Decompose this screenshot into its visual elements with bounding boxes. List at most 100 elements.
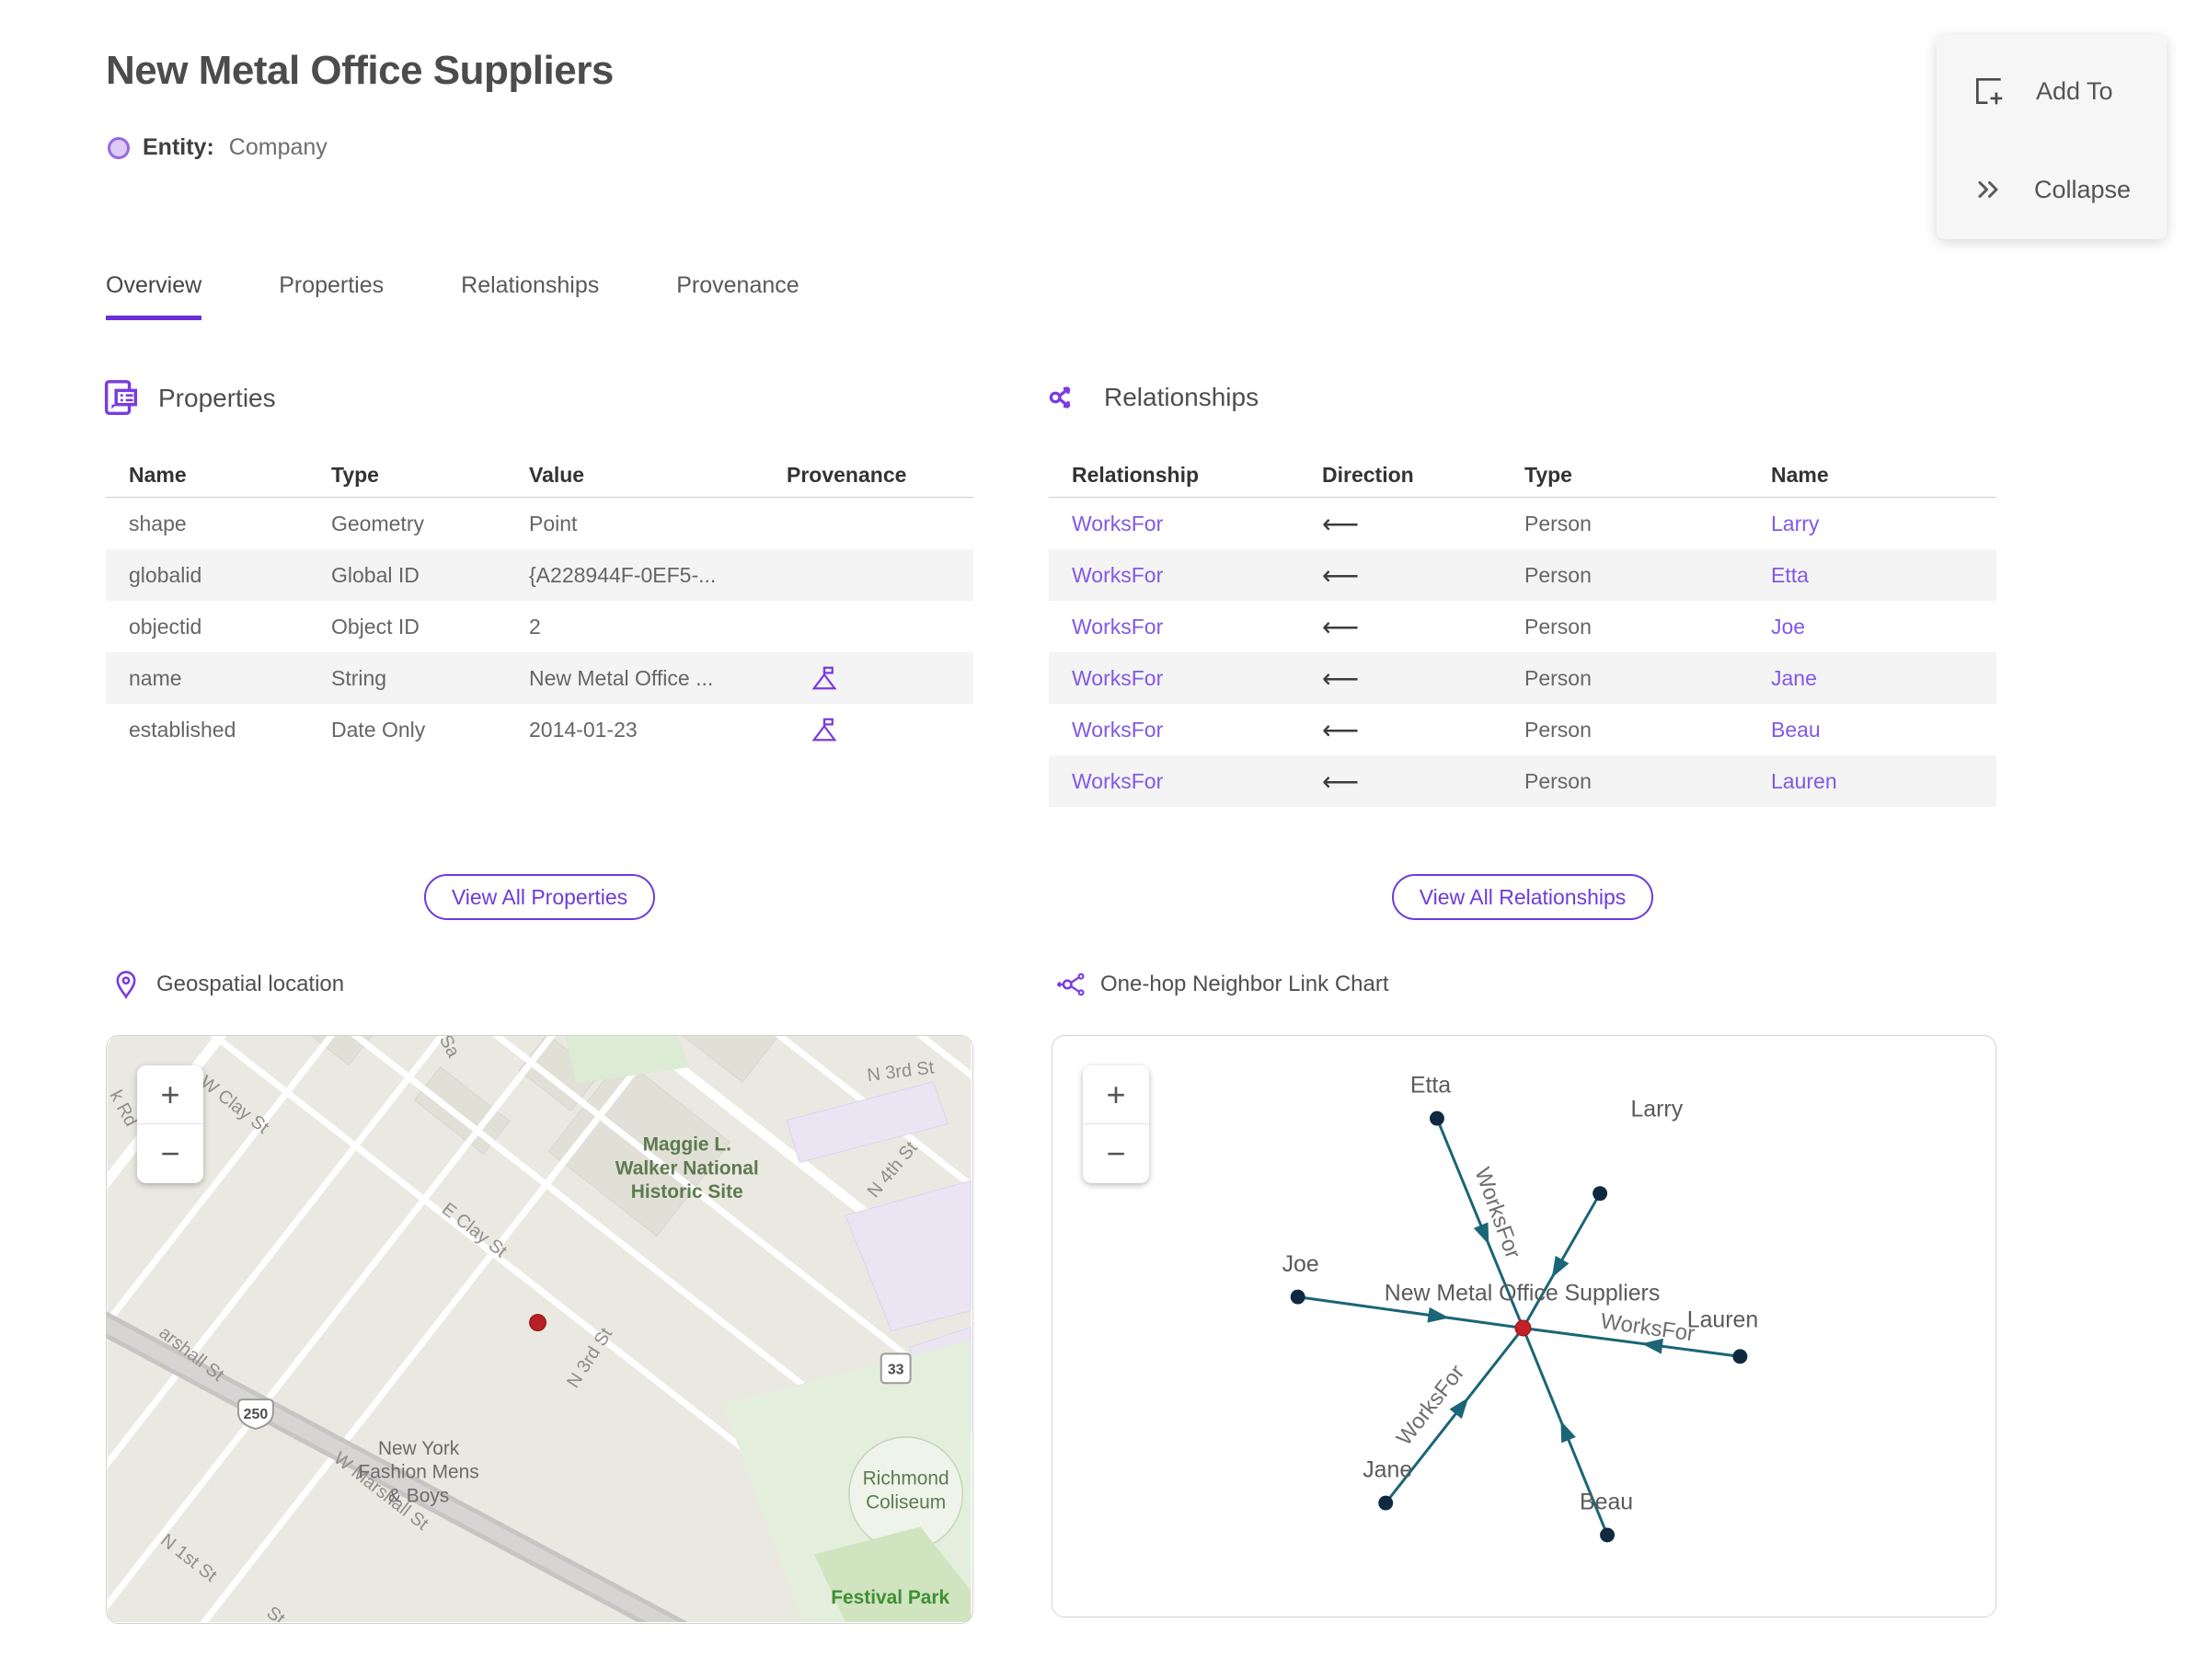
view-all-relationships-button[interactable]: View All Relationships (1391, 874, 1654, 920)
tab-properties[interactable]: Properties (279, 272, 384, 320)
map-label: Fashion Mens (359, 1462, 479, 1483)
relationship-row: WorksFor ⟵ Person Beau (1049, 704, 1996, 755)
direction-arrow: ⟵ (1322, 766, 1360, 796)
relationship-type-link[interactable]: WorksFor (1072, 615, 1322, 639)
relationships-table: Relationship Direction Type Name WorksFor ⟵ P… (1049, 453, 1996, 807)
actions-panel: Add To Collapse (1937, 35, 2167, 239)
relationship-entity-type: Person (1524, 614, 1592, 639)
map-canvas[interactable]: 33250 W Clay Stk RdSaarshall StW Marshal… (107, 1036, 972, 1623)
tab-overview[interactable]: Overview (106, 272, 202, 320)
link-chart-node-etta[interactable] (1429, 1110, 1444, 1126)
link-chart-card: + − WorksFor WorksFor WorksFor Etta Larry Joe… (1052, 1035, 1996, 1617)
geospatial-section-title: Geospatial location (156, 972, 345, 996)
map-label: Festival Park (831, 1587, 949, 1608)
relationship-entity-link[interactable]: Lauren (1771, 769, 1996, 794)
link-chart-center-node[interactable] (1514, 1319, 1532, 1337)
map-zoom-in-button[interactable]: + (137, 1065, 203, 1124)
property-name: objectid (129, 614, 202, 639)
relationship-row: WorksFor ⟵ Person Jane (1049, 652, 1996, 704)
node-label: Joe (1282, 1251, 1319, 1277)
map-label: & Boys (388, 1486, 449, 1507)
map-zoom-control: + − (137, 1065, 203, 1183)
page-title: New Metal Office Suppliers (106, 48, 614, 93)
relationship-type-link[interactable]: WorksFor (1072, 512, 1322, 536)
property-type: Geometry (331, 511, 424, 535)
property-value: New Metal Office ... (529, 665, 714, 690)
link-chart-node-beau[interactable] (1600, 1527, 1616, 1543)
entity-row: Entity: Company (108, 134, 328, 161)
properties-col-provenance: Provenance (787, 462, 907, 487)
map-zoom-out-button[interactable]: − (137, 1124, 203, 1183)
link-chart-canvas[interactable]: WorksForWorksForWorksForEttaLarryJoeLaur… (1052, 1036, 1995, 1616)
map-label: Walker National (615, 1157, 759, 1179)
direction-arrow: ⟵ (1322, 509, 1360, 538)
property-value: 2 (529, 614, 541, 639)
property-value: Point (529, 511, 578, 535)
relationship-type-link[interactable]: WorksFor (1072, 769, 1322, 794)
map-pin-icon (116, 971, 136, 1000)
property-provenance-cell[interactable] (787, 664, 973, 692)
relationships-col-relationship: Relationship (1072, 462, 1200, 487)
relationship-entity-type: Person (1524, 562, 1592, 587)
edge-label: WorksFor (1469, 1164, 1525, 1261)
properties-table: Name Type Value Provenance shape Geometry Poi… (106, 453, 973, 755)
tab-relationships[interactable]: Relationships (461, 272, 599, 320)
property-value: 2014-01-23 (529, 717, 638, 742)
relationship-entity-type: Person (1524, 768, 1592, 793)
link-chart-node-jane[interactable] (1378, 1495, 1394, 1511)
add-to-button[interactable]: Add To (1972, 74, 2113, 109)
entity-label: Entity: (143, 134, 214, 160)
node-label: Beau (1580, 1490, 1633, 1515)
collapse-button[interactable]: Collapse (1972, 173, 2131, 206)
relationship-entity-link[interactable]: Etta (1771, 563, 1996, 588)
property-name: established (129, 717, 236, 742)
relationships-col-name: Name (1771, 462, 1829, 487)
node-label: Lauren (1687, 1306, 1758, 1332)
view-all-properties-button[interactable]: View All Properties (423, 874, 656, 920)
property-value: {A228944F-0EF5-... (529, 562, 717, 587)
chart-zoom-out-button[interactable]: − (1083, 1124, 1149, 1183)
add-to-icon (1975, 77, 2003, 105)
property-name: name (129, 665, 182, 690)
property-row: established Date Only 2014-01-23 (106, 704, 973, 755)
collapse-label: Collapse (2034, 175, 2132, 203)
link-chart-section-title: One-hop Neighbor Link Chart (1100, 972, 1389, 996)
link-chart-node-joe[interactable] (1290, 1289, 1305, 1305)
chart-zoom-in-button[interactable]: + (1083, 1065, 1149, 1124)
relationship-type-link[interactable]: WorksFor (1072, 718, 1322, 742)
double-chevron-right-icon (1978, 181, 1998, 198)
map-entity-marker[interactable] (529, 1314, 546, 1331)
relationship-entity-link[interactable]: Larry (1771, 512, 1996, 536)
property-name: globalid (129, 562, 202, 587)
property-row: globalid Global ID {A228944F-0EF5-... (106, 549, 973, 601)
link-chart-edge[interactable] (1522, 1192, 1602, 1329)
relationship-entity-link[interactable]: Jane (1771, 666, 1996, 691)
property-row: objectid Object ID 2 (106, 601, 973, 652)
relationship-type-link[interactable]: WorksFor (1072, 666, 1322, 691)
relationship-entity-link[interactable]: Beau (1771, 718, 1996, 742)
node-label: Etta (1410, 1073, 1451, 1099)
direction-arrow: ⟵ (1322, 715, 1360, 744)
properties-col-name: Name (129, 462, 187, 487)
link-chart-node-lauren[interactable] (1732, 1349, 1748, 1364)
provenance-flag-icon[interactable] (811, 664, 838, 692)
relationship-entity-link[interactable]: Joe (1771, 615, 1996, 639)
entity-detail-page: New Metal Office Suppliers Entity: Compa… (0, 0, 2208, 1680)
node-label: Larry (1630, 1097, 1683, 1122)
relationships-icon (1049, 386, 1071, 408)
properties-section-title: Properties (158, 384, 276, 412)
relationship-type-link[interactable]: WorksFor (1072, 563, 1322, 588)
property-type: String (331, 665, 387, 690)
property-type: Date Only (331, 717, 426, 742)
center-node-label: New Metal Office Suppliers (1385, 1281, 1661, 1306)
svg-text:33: 33 (888, 1362, 904, 1377)
relationship-row: WorksFor ⟵ Person Larry (1049, 498, 1996, 549)
property-provenance-cell[interactable] (787, 716, 973, 743)
map-label: Richmond (863, 1468, 949, 1490)
relationship-entity-type: Person (1524, 511, 1592, 535)
relationship-row: WorksFor ⟵ Person Lauren (1049, 755, 1996, 807)
tab-provenance[interactable]: Provenance (676, 272, 799, 320)
map-label: Historic Site (631, 1181, 743, 1202)
provenance-flag-icon[interactable] (811, 716, 838, 743)
link-chart-node-larry[interactable] (1593, 1186, 1608, 1202)
